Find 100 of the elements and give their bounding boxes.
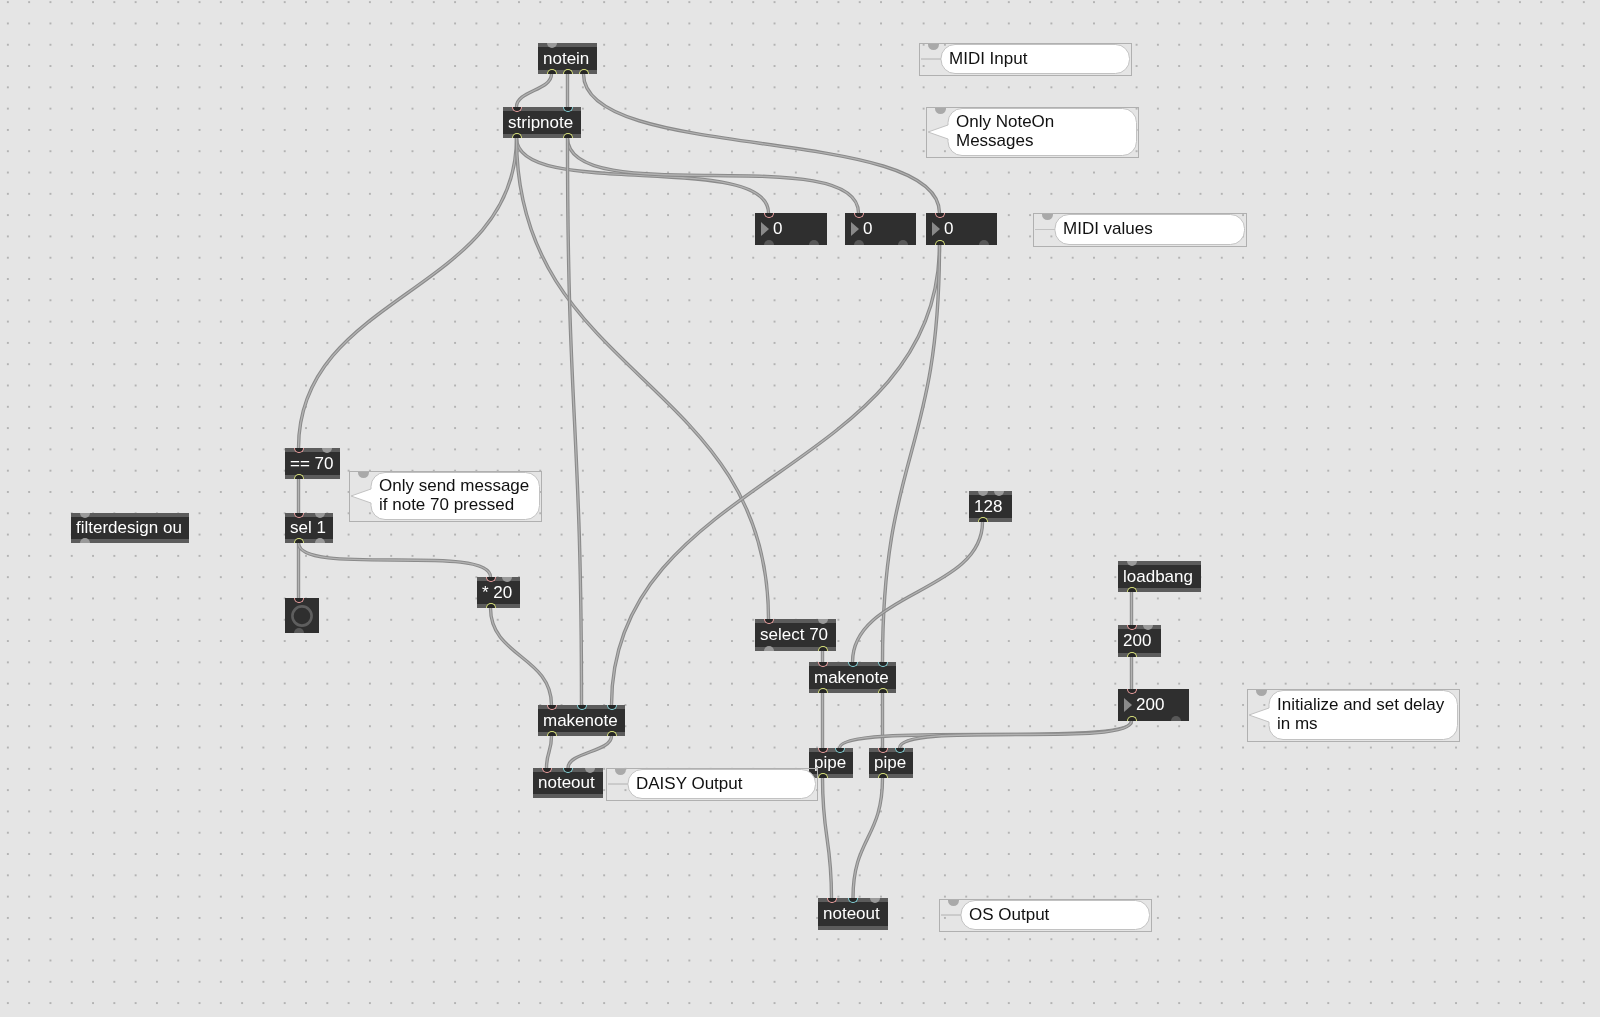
inlet-icon — [541, 768, 552, 773]
inlet-icon — [853, 213, 864, 218]
object-label: pipe — [874, 753, 907, 773]
outlet-icon — [79, 538, 90, 543]
object-label: makenote — [814, 667, 889, 688]
outlet-icon — [546, 69, 557, 74]
object-label: stripnote — [508, 112, 574, 133]
inlet-icon — [834, 748, 845, 753]
patch-cord — [565, 73, 570, 108]
inlet-icon — [546, 705, 557, 710]
patch-cord — [1129, 591, 1134, 626]
inlet-icon — [293, 513, 304, 518]
outlet-icon — [485, 603, 496, 608]
object-label: 128 — [974, 496, 1003, 517]
inlet-icon — [511, 107, 522, 112]
outlet-icon — [1126, 716, 1137, 721]
object-label: 200 — [1123, 631, 1152, 651]
outlet-icon — [877, 688, 888, 693]
object-label: makenote — [543, 710, 618, 731]
outlet-icon — [817, 773, 828, 778]
inlet-icon — [584, 768, 595, 773]
comment-bubble: DAISY Output — [607, 769, 816, 799]
inlet-icon — [826, 898, 837, 903]
number-field[interactable]: 0 — [755, 213, 827, 245]
outlet-icon — [562, 133, 573, 138]
outlet-icon — [934, 240, 945, 245]
outlet-icon — [1170, 716, 1181, 721]
outlet-icon — [808, 240, 819, 245]
object-label: filterdesign ou — [76, 518, 182, 538]
outlet-icon — [293, 474, 304, 479]
inlet-icon — [763, 619, 774, 624]
triangle-icon — [932, 222, 940, 236]
inlet-icon — [293, 448, 304, 453]
inlet-icon — [817, 619, 828, 624]
inlet-icon — [563, 768, 573, 773]
inlet-icon — [934, 213, 945, 218]
outlet-icon — [293, 628, 304, 633]
outlet-icon — [897, 240, 908, 245]
object-label: notein — [543, 48, 590, 69]
number-field[interactable]: 200 — [1118, 689, 1189, 721]
object-label: * 20 — [482, 582, 513, 603]
comment-bubble: MIDI Input — [920, 44, 1130, 74]
triangle-icon — [851, 222, 859, 236]
patch-cord — [544, 735, 554, 769]
ring-icon — [291, 604, 313, 627]
outlet-icon — [817, 646, 828, 651]
inlet-icon — [576, 705, 587, 710]
inlet-icon — [993, 491, 1004, 496]
outlet-icon — [314, 538, 325, 543]
inlet-icon — [817, 662, 828, 667]
outlet-icon — [763, 240, 774, 245]
patch-cord — [1129, 656, 1134, 690]
inlet-icon — [606, 705, 617, 710]
patch-cord — [566, 735, 614, 769]
comment-bubble: OS Output — [940, 900, 1150, 930]
comment-bubble: Only send message if note 70 pressed — [350, 472, 540, 520]
inlet-icon — [562, 107, 573, 112]
inlet-icon — [877, 748, 888, 753]
number-field[interactable]: 0 — [845, 213, 916, 245]
object-label: noteout — [538, 773, 595, 793]
inlet-icon — [314, 513, 325, 518]
comment-bubble: MIDI values — [1034, 214, 1245, 245]
bang-button[interactable] — [285, 598, 319, 633]
patch-cord — [514, 73, 554, 108]
inlet-icon — [869, 898, 880, 903]
outlet-icon — [877, 773, 888, 778]
inlet-icon — [1126, 625, 1137, 630]
outlet-icon — [511, 133, 522, 138]
inlet-icon — [321, 448, 332, 453]
inlet-icon — [817, 748, 828, 753]
inlet-icon — [1126, 689, 1137, 694]
inlet-icon — [894, 748, 905, 753]
outlet-icon — [546, 731, 557, 736]
inlet-icon — [293, 598, 304, 603]
inlet-icon — [1142, 625, 1153, 630]
inlet-icon — [79, 513, 90, 518]
number-field[interactable]: 0 — [926, 213, 997, 245]
outlet-icon — [293, 538, 304, 543]
outlet-icon — [978, 240, 989, 245]
object-label: pipe — [814, 753, 847, 773]
outlet-icon — [817, 688, 828, 693]
outlet-icon — [853, 240, 864, 245]
object-label: noteout — [823, 904, 880, 924]
object-label: == 70 — [290, 453, 334, 474]
comment-bubble: Initialize and set delay in ms — [1248, 690, 1458, 740]
inlet-icon — [848, 898, 858, 903]
inlet-icon — [1126, 561, 1137, 566]
object-label: loadbang — [1123, 566, 1193, 587]
outlet-icon — [1126, 587, 1137, 592]
inlet-icon — [877, 662, 888, 667]
triangle-icon — [1124, 698, 1132, 712]
inlet-icon — [485, 577, 496, 582]
outlet-icon — [562, 69, 573, 74]
outlet-icon — [606, 731, 617, 736]
object-label: select 70 — [760, 625, 829, 645]
inlet-icon — [847, 662, 858, 667]
inlet-icon — [977, 491, 988, 496]
patch-cord — [296, 478, 301, 514]
outlet-icon — [763, 646, 774, 651]
inlet-icon — [546, 43, 557, 48]
